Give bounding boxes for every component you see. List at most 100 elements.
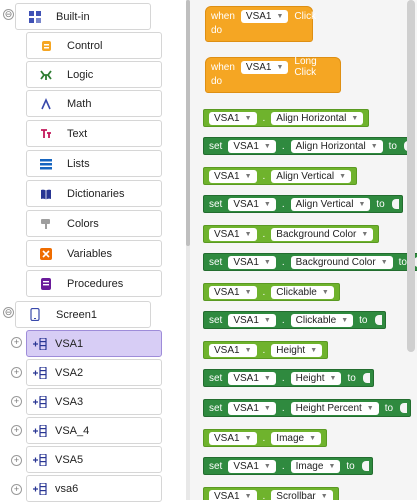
component-dropdown[interactable]: VSA1 ▼ <box>228 459 276 473</box>
setter-clickable-block[interactable]: set VSA1 ▼ . Clickable ▼ to <box>203 311 386 329</box>
component-dropdown[interactable]: VSA1 ▼ <box>209 227 257 241</box>
blocks-drawer: when VSA1 ▼ Click do when VSA1 ▼ Long Clic… <box>190 0 417 500</box>
component-name: VSA1 <box>245 61 272 73</box>
tree-item-lists[interactable]: Lists <box>26 150 162 177</box>
property-dropdown[interactable]: Align Horizontal ▼ <box>290 139 383 153</box>
value-socket <box>361 461 369 471</box>
setter-align-horizontal-block[interactable]: set VSA1 ▼ . Align Horizontal ▼ to <box>203 137 415 155</box>
tree-item-vsa4[interactable]: VSA_4 <box>26 417 162 444</box>
property-name: Background Color <box>295 256 376 268</box>
tree-item-label: Colors <box>67 217 99 230</box>
getter-background-color-block[interactable]: VSA1 ▼ . Background Color ▼ <box>203 225 380 243</box>
setter-height-block[interactable]: set VSA1 ▼ . Height ▼ to <box>203 369 374 387</box>
screen1-collapse-toggle[interactable]: ⊖ <box>3 307 14 318</box>
tree-item-variables[interactable]: Variables <box>26 240 162 267</box>
setter-image-block[interactable]: set VSA1 ▼ . Image ▼ to <box>203 457 373 475</box>
getter-clickable-block[interactable]: VSA1 ▼ . Clickable ▼ <box>203 283 340 301</box>
getter-align-vertical-block[interactable]: VSA1 ▼ . Align Vertical ▼ <box>203 167 358 185</box>
setter-background-color-block[interactable]: set VSA1 ▼ . Background Color ▼ to <box>203 253 417 271</box>
to-keyword: to <box>398 256 407 268</box>
component-name: VSA1 <box>214 432 240 444</box>
property-name: Align Horizontal <box>276 112 347 124</box>
component-name: VSA1 <box>245 10 272 22</box>
component-dropdown[interactable]: VSA1 ▼ <box>240 60 289 74</box>
property-dropdown[interactable]: Clickable ▼ <box>271 285 334 299</box>
do-keyword: do <box>211 76 223 87</box>
component-dropdown[interactable]: VSA1 ▼ <box>209 169 257 183</box>
component-name: VSA1 <box>214 344 240 356</box>
dot-separator: . <box>262 112 266 124</box>
component-dropdown[interactable]: VSA1 ▼ <box>209 431 257 445</box>
property-dropdown[interactable]: Background Color ▼ <box>271 227 374 241</box>
vsa4-expand-toggle[interactable]: + <box>11 425 22 436</box>
tree-item-label: VSA2 <box>55 366 84 379</box>
getter-image-block[interactable]: VSA1 ▼ . Image ▼ <box>203 429 328 447</box>
chevron-down-icon: ▼ <box>328 462 336 470</box>
property-dropdown[interactable]: Background Color ▼ <box>290 255 393 269</box>
dictionaries-icon <box>39 187 53 201</box>
component-dropdown[interactable]: VSA1 ▼ <box>209 343 257 357</box>
component-dropdown[interactable]: VSA1 ▼ <box>240 9 289 23</box>
builtin-collapse-toggle[interactable]: ⊖ <box>3 9 14 20</box>
setter-align-vertical-block[interactable]: set VSA1 ▼ . Align Vertical ▼ to <box>203 195 403 213</box>
property-dropdown[interactable]: Align Vertical ▼ <box>271 169 352 183</box>
tree-item-vsa3[interactable]: VSA3 <box>26 388 162 415</box>
tree-item-procedures[interactable]: Procedures <box>26 270 162 297</box>
vsa2-expand-toggle[interactable]: + <box>11 367 22 378</box>
component-name: VSA1 <box>214 228 240 240</box>
component-dropdown[interactable]: VSA1 ▼ <box>228 371 276 385</box>
getter-scrollbar-block[interactable]: VSA1 ▼ . Scrollbar ▼ <box>203 487 339 500</box>
component-dropdown[interactable]: VSA1 ▼ <box>228 313 276 327</box>
tree-item-builtin[interactable]: Built-in <box>15 3 151 30</box>
component-name: VSA1 <box>233 372 259 384</box>
tree-item-dictionaries[interactable]: Dictionaries <box>26 180 162 207</box>
component-dropdown[interactable]: VSA1 ▼ <box>228 197 276 211</box>
component-dropdown[interactable]: VSA1 ▼ <box>228 139 276 153</box>
tree-item-logic[interactable]: Logic <box>26 61 162 88</box>
dot-separator: . <box>281 372 285 384</box>
vsa5-expand-toggle[interactable]: + <box>11 455 22 466</box>
component-dropdown[interactable]: VSA1 ▼ <box>228 401 276 415</box>
when-longclick-event-block[interactable]: when VSA1 ▼ Long Click do <box>205 56 341 93</box>
vsa3-expand-toggle[interactable]: + <box>11 396 22 407</box>
property-dropdown[interactable]: Align Vertical ▼ <box>290 197 371 211</box>
chevron-down-icon: ▼ <box>329 374 337 382</box>
drawer-scrollbar[interactable] <box>407 0 415 352</box>
tree-item-colors[interactable]: Colors <box>26 210 162 237</box>
component-dropdown[interactable]: VSA1 ▼ <box>209 489 257 500</box>
chevron-down-icon: ▼ <box>351 114 359 122</box>
tree-item-vsa6[interactable]: vsa6 <box>26 475 162 502</box>
property-dropdown[interactable]: Scrollbar ▼ <box>271 489 333 500</box>
property-dropdown[interactable]: Clickable ▼ <box>290 313 354 327</box>
dot-separator: . <box>262 286 266 298</box>
setter-height-percent-block[interactable]: set VSA1 ▼ . Height Percent ▼ to <box>203 399 412 417</box>
set-keyword: set <box>209 256 223 268</box>
property-dropdown[interactable]: Image ▼ <box>290 459 341 473</box>
tree-item-vsa5[interactable]: VSA5 <box>26 446 162 473</box>
property-name: Height <box>276 344 306 356</box>
tree-item-vsa1[interactable]: VSA1 <box>26 330 162 357</box>
component-dropdown[interactable]: VSA1 ▼ <box>228 255 276 269</box>
tree-item-label: Text <box>67 127 88 140</box>
component-dropdown[interactable]: VSA1 ▼ <box>209 285 257 299</box>
tree-item-vsa2[interactable]: VSA2 <box>26 359 162 386</box>
when-click-event-block[interactable]: when VSA1 ▼ Click do <box>205 6 317 42</box>
colors-icon <box>39 217 53 231</box>
value-socket <box>391 199 399 209</box>
tree-item-screen1[interactable]: Screen1 <box>15 301 151 328</box>
property-dropdown[interactable]: Image ▼ <box>271 431 322 445</box>
property-dropdown[interactable]: Height ▼ <box>290 371 342 385</box>
getter-height-block[interactable]: VSA1 ▼ . Height ▼ <box>203 341 329 359</box>
tree-item-math[interactable]: Math <box>26 90 162 117</box>
component-dropdown[interactable]: VSA1 ▼ <box>209 111 257 125</box>
getter-align-horizontal-block[interactable]: VSA1 ▼ . Align Horizontal ▼ <box>203 109 370 127</box>
tree-item-text[interactable]: Text <box>26 120 162 147</box>
event-name: Click <box>294 10 317 22</box>
property-dropdown[interactable]: Align Horizontal ▼ <box>271 111 364 125</box>
vsa1-expand-toggle[interactable]: + <box>11 337 22 348</box>
component-name: VSA1 <box>214 112 240 124</box>
tree-item-control[interactable]: Control <box>26 32 162 59</box>
vsa6-expand-toggle[interactable]: + <box>11 484 22 495</box>
property-dropdown[interactable]: Height Percent ▼ <box>290 401 379 415</box>
property-dropdown[interactable]: Height ▼ <box>271 343 323 357</box>
